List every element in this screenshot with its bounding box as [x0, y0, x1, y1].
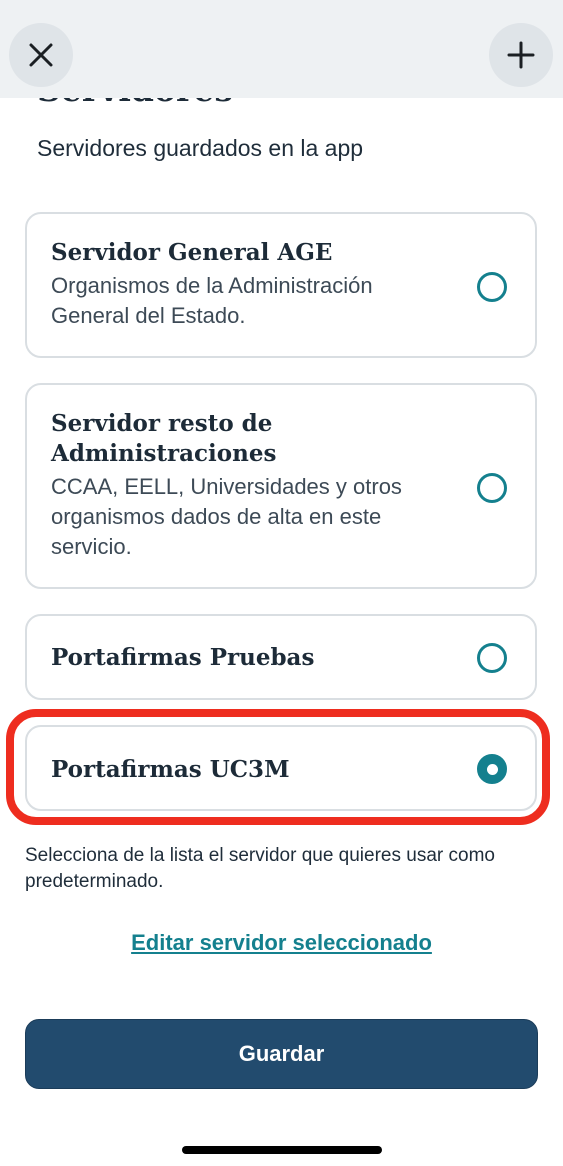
save-button[interactable]: Guardar — [25, 1019, 538, 1089]
page-subtitle: Servidores guardados en la app — [37, 135, 364, 161]
top-bar — [0, 0, 563, 98]
selection-hint: Selecciona de la lista el servidor que q… — [25, 845, 495, 892]
server-option-uc3m[interactable]: Portafirmas UC3M — [25, 725, 537, 811]
home-indicator — [182, 1146, 382, 1154]
server-description: Organismos de la Administración General … — [51, 273, 373, 328]
plus-icon — [507, 41, 535, 69]
server-title: Portafirmas Pruebas — [51, 644, 315, 671]
close-icon — [29, 43, 53, 67]
server-option-pruebas[interactable]: Portafirmas Pruebas — [25, 614, 537, 700]
server-option-resto[interactable]: Servidor resto de Administraciones CCAA,… — [25, 383, 537, 589]
radio-button[interactable] — [477, 473, 507, 503]
edit-selected-server-link[interactable]: Editar servidor seleccionado — [0, 930, 563, 956]
radio-button[interactable] — [477, 643, 507, 673]
server-title: Portafirmas UC3M — [51, 756, 290, 783]
close-button[interactable] — [9, 23, 73, 87]
server-title: Servidor resto de Administraciones — [51, 410, 277, 467]
server-option-age[interactable]: Servidor General AGE Organismos de la Ad… — [25, 212, 537, 358]
radio-button-selected[interactable] — [477, 754, 507, 784]
add-server-button[interactable] — [489, 23, 553, 87]
server-description: CCAA, EELL, Universidades y otros organi… — [51, 474, 402, 559]
radio-button[interactable] — [477, 272, 507, 302]
server-title: Servidor General AGE — [51, 239, 333, 266]
